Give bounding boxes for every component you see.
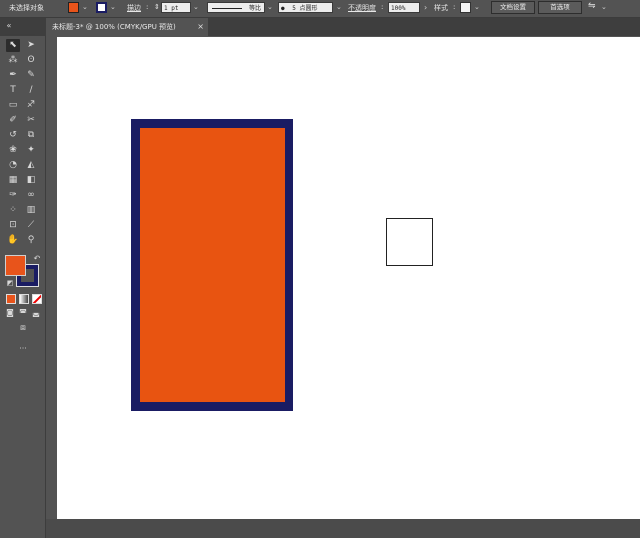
draw-behind-icon[interactable]: ◚ (16, 306, 30, 319)
pen-tool-icon[interactable]: ✒ (6, 69, 20, 82)
stroke-swatch[interactable] (96, 2, 107, 13)
stroke-label[interactable]: 描边 (127, 3, 141, 13)
profile-line-icon (212, 8, 242, 9)
curvature-tool-icon[interactable]: ✎ (24, 69, 38, 82)
default-colors-icon[interactable]: ◩ (3, 277, 17, 290)
fill-dropdown-icon[interactable]: ⌄ (82, 3, 88, 11)
opacity-arrow-icon[interactable]: › (424, 3, 427, 12)
panel-collapse-icon[interactable]: « (2, 19, 16, 32)
style-swatch[interactable] (460, 2, 471, 13)
brush-field[interactable]: ● 5 点圆形 (278, 2, 333, 13)
direct-selection-tool-icon[interactable]: ➤ (24, 39, 38, 52)
selection-tool-icon[interactable]: ⬉ (6, 39, 20, 52)
shaper-tool-icon[interactable]: ✐ (6, 114, 20, 127)
stroke-dropdown-icon[interactable]: ⌄ (110, 3, 116, 11)
document-tab[interactable]: 未标题-3* @ 100% (CMYK/GPU 预览) × (46, 18, 208, 36)
lasso-tool-icon[interactable]: ʘ (24, 54, 38, 67)
draw-inside-icon[interactable]: ◛ (29, 306, 43, 319)
preferences-button[interactable]: 首选项 (538, 1, 582, 14)
style-dropdown-icon[interactable]: ⌄ (474, 3, 480, 11)
column-graph-tool-icon[interactable]: ▥ (24, 204, 38, 217)
arrange-icon[interactable]: ⇋ (588, 1, 596, 11)
opacity-label[interactable]: 不透明度 (348, 3, 376, 13)
stroke-profile-label: 等比 (248, 5, 261, 12)
stroke-weight-field[interactable]: 1 pt (161, 2, 191, 13)
perspective-grid-tool-icon[interactable]: ◭ (24, 159, 38, 172)
opacity-field[interactable]: 100% (388, 2, 420, 13)
stroke-stepper-icon[interactable]: ⇕ (154, 3, 160, 11)
artboard-tool-icon[interactable]: ⊡ (6, 219, 20, 232)
stroke-weight-dropdown-icon[interactable]: ⌄ (193, 3, 199, 11)
brush-dot-icon: ● (281, 5, 285, 12)
stroke-profile-field[interactable]: 等比 (207, 2, 265, 13)
tab-close-icon[interactable]: × (197, 18, 204, 36)
brush-dropdown-icon[interactable]: ⌄ (336, 3, 342, 11)
rectangle-tool-icon[interactable]: ▭ (6, 99, 20, 112)
arrange-dropdown-icon[interactable]: ⌄ (601, 3, 607, 11)
eyedropper-tool-icon[interactable]: ✑ (6, 189, 20, 202)
colon-2: : (381, 3, 384, 11)
document-tab-title: 未标题-3* @ 100% (CMYK/GPU 预览) (52, 23, 176, 31)
colon-3: : (453, 3, 456, 11)
type-tool-icon[interactable]: T (6, 84, 20, 97)
magic-wand-tool-icon[interactable]: ⁂ (6, 54, 20, 67)
swap-fill-stroke-icon[interactable]: ↶ (30, 252, 44, 265)
rotate-tool-icon[interactable]: ↺ (6, 129, 20, 142)
hand-tool-icon[interactable]: ✋ (6, 234, 20, 247)
zoom-tool-icon[interactable]: ⚲ (24, 234, 38, 247)
gradient-tool-icon[interactable]: ◧ (24, 174, 38, 187)
warp-tool-icon[interactable]: ❀ (6, 144, 20, 157)
symbol-sprayer-tool-icon[interactable]: ⁘ (6, 204, 20, 217)
small-white-rectangle[interactable] (386, 218, 433, 266)
color-mode-icon[interactable] (6, 294, 16, 304)
none-mode-icon[interactable] (32, 294, 42, 304)
fill-color-box[interactable] (5, 255, 26, 276)
fill-swatch[interactable] (68, 2, 79, 13)
paintbrush-tool-icon[interactable]: ♐ (24, 99, 38, 112)
brush-label: 5 点圆形 (292, 5, 318, 12)
colon-1: : (146, 3, 149, 11)
profile-dropdown-icon[interactable]: ⌄ (267, 3, 273, 11)
shape-builder-tool-icon[interactable]: ◔ (6, 159, 20, 172)
scissors-tool-icon[interactable]: ✂ (24, 114, 38, 127)
draw-normal-icon[interactable]: ◙ (3, 306, 17, 319)
slice-tool-icon[interactable]: ⟋ (24, 219, 38, 232)
orange-rectangle[interactable] (140, 128, 285, 402)
doc-setup-button[interactable]: 文档设置 (491, 1, 535, 14)
tools-panel: « ⬉ ➤ ⁂ ʘ ✒ ✎ T / ▭ ♐ ✐ ✂ ↺ ⧉ ❀ ✦ ◔ ◭ ▦ … (0, 21, 46, 538)
selection-status: 未选择对象 (9, 4, 44, 12)
style-label: 样式 (434, 4, 448, 12)
screen-mode-icon[interactable]: ⧈ (16, 322, 30, 335)
blend-tool-icon[interactable]: ∞ (24, 189, 38, 202)
control-bar: 未选择对象 ⌄ ⌄ 描边 : ⇕ 1 pt ⌄ 等比 ⌄ ● 5 点圆形 ⌄ 不… (0, 0, 640, 18)
horizontal-scroll-area[interactable] (46, 519, 640, 538)
mesh-tool-icon[interactable]: ▦ (6, 174, 20, 187)
puppet-warp-tool-icon[interactable]: ✦ (24, 144, 38, 157)
edit-toolbar-icon[interactable]: ··· (16, 342, 30, 355)
line-tool-icon[interactable]: / (24, 84, 38, 97)
toolbar-grip[interactable] (5, 34, 35, 35)
gradient-mode-icon[interactable] (19, 294, 29, 304)
scale-tool-icon[interactable]: ⧉ (24, 129, 38, 142)
